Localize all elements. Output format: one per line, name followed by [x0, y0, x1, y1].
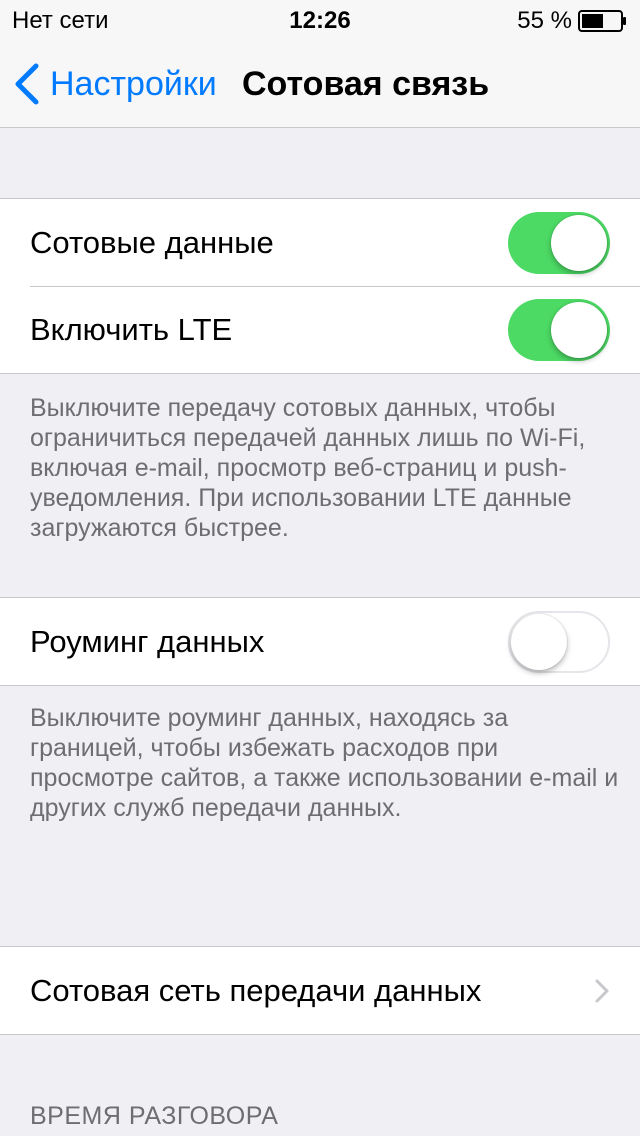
data-roaming-group: Роуминг данных [0, 597, 640, 686]
navigation-bar: Настройки Сотовая связь [0, 40, 640, 128]
call-time-section-header: ВРЕМЯ РАЗГОВОРА [30, 1102, 279, 1130]
battery-icon [578, 10, 628, 32]
cellular-network-label: Сотовая сеть передачи данных [30, 972, 482, 1008]
enable-lte-toggle[interactable] [508, 298, 610, 361]
page-title: Сотовая связь [242, 65, 490, 103]
cellular-network-row[interactable]: Сотовая сеть передачи данных [0, 947, 640, 1034]
battery-percent: 55 % [517, 7, 572, 34]
chevron-left-icon [15, 63, 39, 105]
cellular-data-group: Сотовые данные Включить LTE [0, 198, 640, 374]
toggle-knob [511, 613, 567, 670]
cellular-data-toggle[interactable] [508, 211, 610, 274]
status-bar: Нет сети 12:26 55 % [0, 0, 640, 40]
cellular-network-group: Сотовая сеть передачи данных [0, 946, 640, 1035]
cellular-data-footer: Выключите передачу сотовых данных, чтобы… [30, 394, 586, 542]
data-roaming-row: Роуминг данных [0, 598, 640, 685]
data-roaming-footer: Выключите роуминг данных, находясь за гр… [30, 704, 619, 822]
toggle-knob [551, 301, 607, 358]
toggle-knob [551, 214, 607, 271]
back-button-label: Настройки [50, 65, 217, 103]
cellular-data-row: Сотовые данные [0, 199, 640, 286]
enable-lte-label: Включить LTE [30, 311, 233, 347]
data-roaming-label: Роуминг данных [30, 623, 265, 659]
chevron-right-icon [595, 979, 609, 1002]
data-roaming-toggle[interactable] [508, 610, 610, 673]
enable-lte-row: Включить LTE [0, 286, 640, 373]
cellular-data-label: Сотовые данные [30, 224, 274, 260]
back-button[interactable]: Настройки [14, 62, 217, 106]
